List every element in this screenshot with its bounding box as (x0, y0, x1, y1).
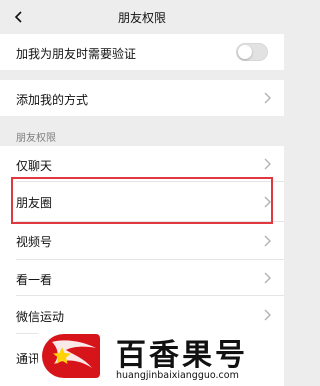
list-item-label: 微信运动 (16, 310, 65, 324)
toggle-knob (238, 45, 252, 59)
chevron-right-icon (264, 309, 271, 321)
star-dragon-logo-icon (52, 340, 96, 368)
page-title: 朋友权限 (117, 11, 166, 25)
watermark-overlay: 百香果号 huangjinbaixiangguo.com (38, 326, 284, 386)
chevron-right-icon (264, 196, 271, 208)
list-item-moments[interactable]: 朋友圈 (0, 182, 284, 222)
list-item-chat-only[interactable]: 仅聊天 (0, 146, 284, 182)
verify-toggle[interactable] (236, 43, 268, 61)
list-item-label: 视频号 (16, 235, 53, 249)
chevron-right-icon (264, 235, 271, 247)
chevron-right-icon (264, 158, 271, 170)
add-methods-label: 添加我的方式 (16, 93, 89, 107)
add-methods-row[interactable]: 添加我的方式 (0, 80, 284, 116)
watermark-title: 百香果号 (116, 338, 248, 373)
list-item-label: 朋友圈 (16, 196, 53, 210)
list-item-label: 看一看 (16, 273, 53, 287)
section-header-friend-permissions: 朋友权限 (16, 133, 56, 144)
verify-setting-row[interactable]: 加我为朋友时需要验证 (0, 34, 284, 70)
navigation-bar: 朋友权限 (0, 0, 284, 34)
watermark-logo (42, 334, 100, 378)
chevron-right-icon (264, 92, 271, 104)
list-item-top-stories[interactable]: 看一看 (0, 260, 284, 296)
list-item-label: 仅聊天 (16, 159, 53, 173)
list-item-label: 通讯 (16, 352, 41, 366)
chevron-right-icon (264, 272, 271, 284)
watermark-url: huangjinbaixiangguo.com (116, 370, 239, 381)
verify-setting-label: 加我为朋友时需要验证 (16, 47, 137, 61)
list-item-channels[interactable]: 视频号 (0, 222, 284, 260)
